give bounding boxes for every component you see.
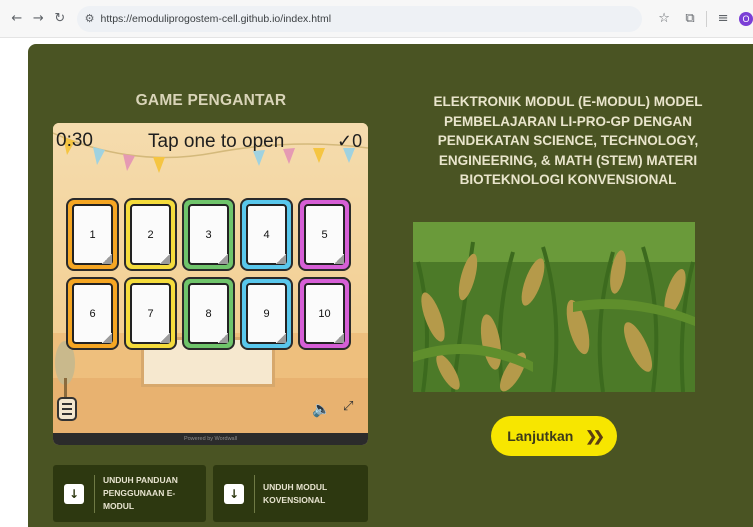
reload-icon[interactable]: ↻ [51,10,69,28]
main-panel: GAME PENGANTAR 0:30 Tap one to open ✓0 1… [28,44,753,527]
download-module-label: UNDUH MODUL KOVENSIONAL [263,481,328,505]
fullscreen-icon[interactable]: ⤢ [343,399,354,414]
game-prompt: Tap one to open [148,131,285,152]
page: GAME PENGANTAR 0:30 Tap one to open ✓0 1… [0,38,753,527]
game-card[interactable]: 3 [182,198,235,271]
card-number: 8 [205,307,212,320]
page-fold-icon [102,254,112,264]
address-bar[interactable]: ⚙ https://emoduliprogostem-cell.github.i… [76,5,643,32]
card-number: 4 [263,228,270,241]
button-divider [254,474,255,513]
module-title: ELEKTRONIK MODUL (E-MODUL) MODEL PEMBELA… [433,94,703,187]
button-divider [93,474,95,513]
sound-icon[interactable]: 🔈 [312,400,331,418]
game-embed[interactable]: 0:30 Tap one to open ✓0 1 2 3 4 5 6 7 8 … [53,123,368,445]
card-number: 6 [89,307,96,320]
page-fold-icon [334,333,344,343]
page-fold-icon [218,254,228,264]
download-guide-label: UNDUH PANDUAN PENGGUNAAN E-MODUL [102,475,178,511]
game-menu-button[interactable] [57,397,77,421]
reading-list-icon[interactable]: ≡ [713,9,733,29]
download-icon: ↓ [64,483,84,504]
site-settings-icon[interactable]: ⚙ [85,12,95,25]
page-fold-icon [276,254,286,264]
page-fold-icon [160,254,170,264]
card-number: 3 [205,228,212,241]
url-text: https://emoduliprogostem-cell.github.io/… [100,12,332,25]
game-card[interactable]: 8 [182,277,235,350]
browser-toolbar: ← → ↻ ⚙ https://emoduliprogostem-cell.gi… [0,0,753,38]
profile-avatar[interactable]: O [739,11,753,26]
double-chevron-right-icon: ❯❯ [585,427,605,444]
toolbar-divider [706,10,708,27]
card-number: 2 [147,228,154,241]
game-title: GAME PENGANTAR [135,92,287,109]
game-timer: 0:30 [56,130,93,151]
card-number: 9 [263,307,270,320]
card-number: 10 [318,307,331,320]
forward-icon[interactable]: → [30,10,48,28]
bookmark-star-icon[interactable]: ☆ [654,9,674,29]
page-fold-icon [276,333,286,343]
millet-field-image [413,222,695,392]
millet-field-illustration [413,222,695,392]
extensions-icon[interactable]: ⧉ [680,9,700,29]
game-footer: Powered by Wordwall [53,433,368,445]
card-number: 5 [321,228,328,241]
page-fold-icon [218,333,228,343]
continue-label: Lanjutkan [507,428,574,444]
game-card[interactable]: 10 [298,277,351,350]
continue-button[interactable]: Lanjutkan ❯❯ [491,416,617,456]
game-card[interactable]: 4 [240,198,293,271]
game-card[interactable]: 9 [240,277,293,350]
download-icon: ↓ [224,483,244,504]
download-guide-button[interactable]: ↓ UNDUH PANDUAN PENGGUNAAN E-MODUL [53,465,206,522]
page-fold-icon [334,254,344,264]
game-card[interactable]: 2 [124,198,177,271]
check-icon: ✓ [337,131,353,151]
game-card[interactable]: 5 [298,198,351,271]
page-fold-icon [160,333,170,343]
score-value: 0 [352,131,363,151]
card-number: 1 [89,228,96,241]
download-module-button[interactable]: ↓ UNDUH MODUL KOVENSIONAL [213,465,368,522]
back-icon[interactable]: ← [8,10,26,28]
card-number: 7 [147,307,154,320]
game-score: ✓0 [337,131,362,152]
game-card[interactable]: 1 [66,198,119,271]
game-card[interactable]: 7 [124,277,177,350]
page-fold-icon [102,333,112,343]
game-card[interactable]: 6 [66,277,119,350]
